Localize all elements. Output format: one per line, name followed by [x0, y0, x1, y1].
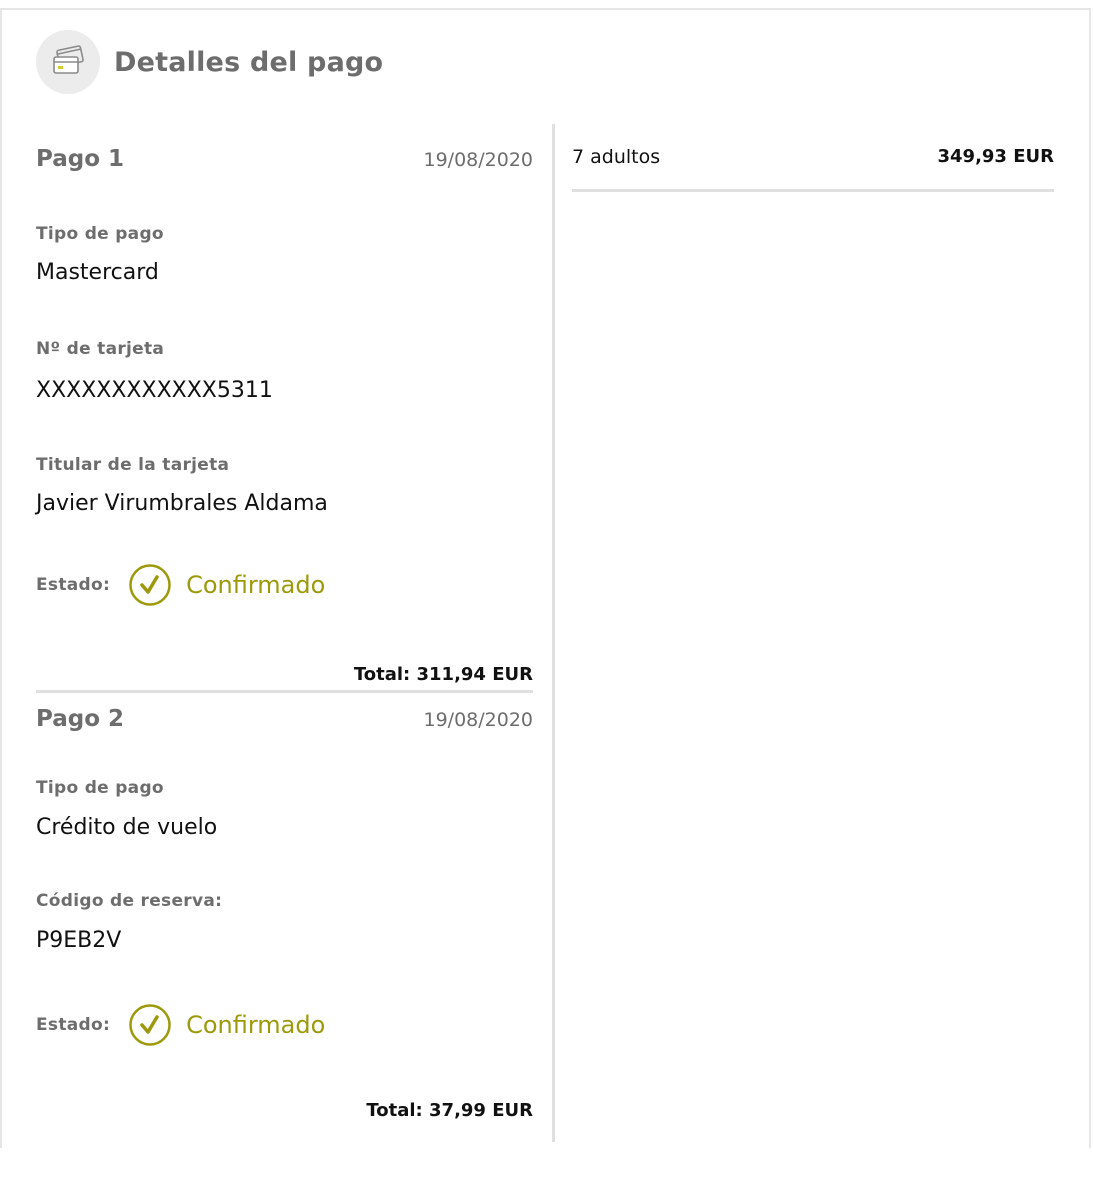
summary-amount: 349,93 EUR: [937, 146, 1055, 167]
field-label: Nº de tarjeta: [36, 339, 165, 359]
payments-column: Pago 1 19/08/2020 Tipo de pago Mastercar…: [36, 124, 533, 1178]
check-circle-icon: [128, 1003, 172, 1047]
payment-divider: [36, 690, 533, 693]
payment-header: Pago 1 19/08/2020: [36, 146, 533, 180]
field-value: Crédito de vuelo: [36, 815, 218, 840]
payment-header: Pago 2 19/08/2020: [36, 706, 533, 740]
payment-total: Total: 37,99 EUR: [366, 1100, 533, 1121]
status-label: Estado:: [36, 575, 111, 595]
panel-title: Detalles del pago: [114, 46, 384, 78]
summary-row: 7 adultos 349,93 EUR: [572, 124, 1054, 192]
status-label: Estado:: [36, 1015, 111, 1035]
column-divider: [552, 124, 555, 1142]
field-value: Mastercard: [36, 260, 159, 285]
check-circle-icon: [128, 563, 172, 607]
field-value: XXXXXXXXXXXX5311: [36, 378, 273, 403]
payment-title: Pago 1: [36, 146, 125, 172]
field-label: Tipo de pago: [36, 778, 164, 798]
field-label: Código de reserva:: [36, 891, 223, 911]
payment-date: 19/08/2020: [423, 149, 533, 171]
payment-card-1: Pago 1 19/08/2020 Tipo de pago Mastercar…: [36, 146, 533, 690]
summary-column: 7 adultos 349,93 EUR: [572, 124, 1054, 192]
payment-date: 19/08/2020: [423, 709, 533, 731]
status-row: Estado: Confirmado: [36, 563, 325, 607]
credit-cards-icon: [36, 30, 100, 94]
payment-total: Total: 311,94 EUR: [353, 664, 533, 685]
payment-card-2: Pago 2 19/08/2020 Tipo de pago Crédito d…: [36, 706, 533, 1178]
field-label: Tipo de pago: [36, 224, 164, 244]
status-row: Estado: Confirmado: [36, 1003, 325, 1047]
field-value: Javier Virumbrales Aldama: [36, 491, 328, 516]
passengers-count: 7 adultos: [572, 145, 661, 168]
status-value: Confirmado: [186, 571, 326, 599]
field-label: Titular de la tarjeta: [36, 455, 230, 475]
field-value: P9EB2V: [36, 928, 122, 953]
payment-title: Pago 2: [36, 706, 125, 732]
status-value: Confirmado: [186, 1011, 326, 1039]
panel-header: Detalles del pago: [36, 30, 383, 94]
